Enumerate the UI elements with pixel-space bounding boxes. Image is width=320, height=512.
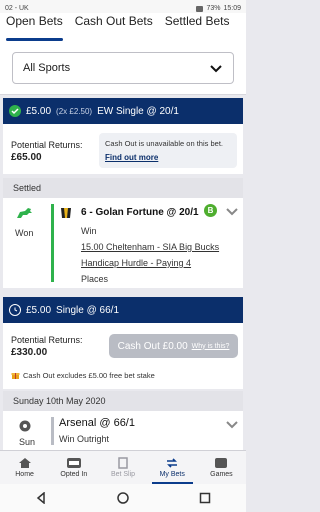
sport-filter-select[interactable]: All Sports xyxy=(12,52,234,84)
selection-market: Win xyxy=(81,226,97,236)
nav-games-label: Games xyxy=(210,471,233,478)
time-label: 15:09 xyxy=(223,5,241,12)
potential-returns: Potential Returns: £65.00 xyxy=(11,140,83,163)
check-icon xyxy=(9,105,21,117)
bet-type: EW Single @ 20/1 xyxy=(97,105,179,117)
football-icon xyxy=(19,420,31,432)
selection-title: Arsenal @ 66/1 xyxy=(59,417,135,429)
nav-home[interactable]: Home xyxy=(0,451,49,484)
find-out-more-link[interactable]: Find out more xyxy=(105,152,158,163)
android-nav-bar xyxy=(0,484,246,512)
home-circle-icon[interactable] xyxy=(117,492,129,504)
opted-in-icon xyxy=(66,458,81,468)
pending-indicator-bar xyxy=(51,417,54,445)
bet-stake: £5.00 xyxy=(26,105,52,117)
recents-icon[interactable] xyxy=(199,492,211,504)
event-line-2[interactable]: Handicap Hurdle - Paying 4 xyxy=(81,255,191,271)
battery-label: 73% xyxy=(206,5,221,12)
tab-open-bets[interactable]: Open Bets xyxy=(0,13,69,43)
bet-stake: £5.00 xyxy=(26,304,52,316)
bet-card-2: £5.00 Single @ 66/1 Potential Returns: £… xyxy=(3,297,243,389)
potential-returns: Potential Returns: £330.00 xyxy=(11,335,83,358)
chevron-down-icon[interactable] xyxy=(226,421,238,429)
cashout-unavailable-text: Cash Out is unavailable on this bet. xyxy=(105,139,223,148)
returns-label: Potential Returns: xyxy=(11,335,83,345)
nav-games[interactable]: Games xyxy=(197,451,246,484)
tab-cash-out-bets[interactable]: Cash Out Bets xyxy=(69,13,159,43)
bottom-navigation: Home Opted In Bet Slip My Bets Games xyxy=(0,450,246,484)
result-won: Won xyxy=(15,228,34,238)
selection-market: Win Outright xyxy=(59,434,110,444)
back-icon[interactable] xyxy=(35,492,47,504)
nav-opted-in[interactable]: Opted In xyxy=(49,451,98,484)
nav-home-label: Home xyxy=(15,471,34,478)
cashout-info-box: Cash Out is unavailable on this bet. Fin… xyxy=(99,133,237,168)
bet-card-1: £5.00 (2x £2.50) EW Single @ 20/1 Potent… xyxy=(3,98,243,174)
returns-label: Potential Returns: xyxy=(11,140,83,150)
free-bet-note: Cash Out excludes £5.00 free bet stake xyxy=(11,371,155,380)
cash-out-button[interactable]: Cash Out £0.00 Why is this? xyxy=(109,334,238,358)
why-is-this-link[interactable]: Why is this? xyxy=(192,343,230,350)
chevron-down-icon[interactable] xyxy=(226,208,238,216)
bet-slip-icon xyxy=(118,457,128,469)
bet-type: Single @ 66/1 xyxy=(56,304,119,316)
nav-my-bets-label: My Bets xyxy=(159,471,185,478)
clock-icon xyxy=(9,304,21,316)
cash-out-label: Cash Out £0.00 xyxy=(117,340,188,352)
win-indicator-bar xyxy=(51,204,54,282)
nav-bet-slip[interactable]: Bet Slip xyxy=(98,451,147,484)
nav-bet-slip-label: Bet Slip xyxy=(110,471,136,478)
free-bet-note-text: Cash Out excludes £5.00 free bet stake xyxy=(23,371,155,380)
date-section-label: Sunday 10th May 2020 xyxy=(3,391,243,411)
home-icon xyxy=(18,458,31,468)
tab-settled-bets[interactable]: Settled Bets xyxy=(159,13,236,43)
returns-value: £65.00 xyxy=(11,152,42,163)
filter-bar: All Sports xyxy=(0,43,246,95)
returns-value: £330.00 xyxy=(11,347,48,358)
selection-row-1[interactable]: Won 6 - Golan Fortune @ 20/1 B Win 15.00… xyxy=(3,198,243,288)
selection-day: Sun xyxy=(19,437,36,447)
my-bets-icon xyxy=(167,458,178,468)
jockey-silks-icon xyxy=(61,208,71,218)
carrier-label: 02 - UK xyxy=(5,5,29,12)
nav-opted-in-label: Opted In xyxy=(60,471,88,478)
event-line-1[interactable]: 15.00 Cheltenham - SIA Big Bucks xyxy=(81,239,219,255)
games-icon xyxy=(215,458,228,468)
boost-badge: B xyxy=(204,204,217,217)
chevron-down-icon xyxy=(210,65,222,73)
selection-title: 6 - Golan Fortune @ 20/1 xyxy=(81,207,199,218)
settled-section-label: Settled xyxy=(3,178,243,198)
gift-icon xyxy=(11,373,20,379)
horse-racing-icon xyxy=(17,208,32,218)
selection-row-2[interactable]: Sun Arsenal @ 66/1 Win Outright xyxy=(3,411,243,451)
event-line-3: Places xyxy=(81,274,109,284)
nav-my-bets[interactable]: My Bets xyxy=(148,451,197,484)
bets-tabs: Open Bets Cash Out Bets Settled Bets xyxy=(0,13,246,43)
bet-card-header: £5.00 (2x £2.50) EW Single @ 20/1 xyxy=(3,98,243,124)
bet-card-header: £5.00 Single @ 66/1 xyxy=(3,297,243,323)
sport-filter-value: All Sports xyxy=(23,62,71,74)
signal-icon xyxy=(196,5,204,12)
bet-stake-detail: (2x £2.50) xyxy=(56,106,93,116)
